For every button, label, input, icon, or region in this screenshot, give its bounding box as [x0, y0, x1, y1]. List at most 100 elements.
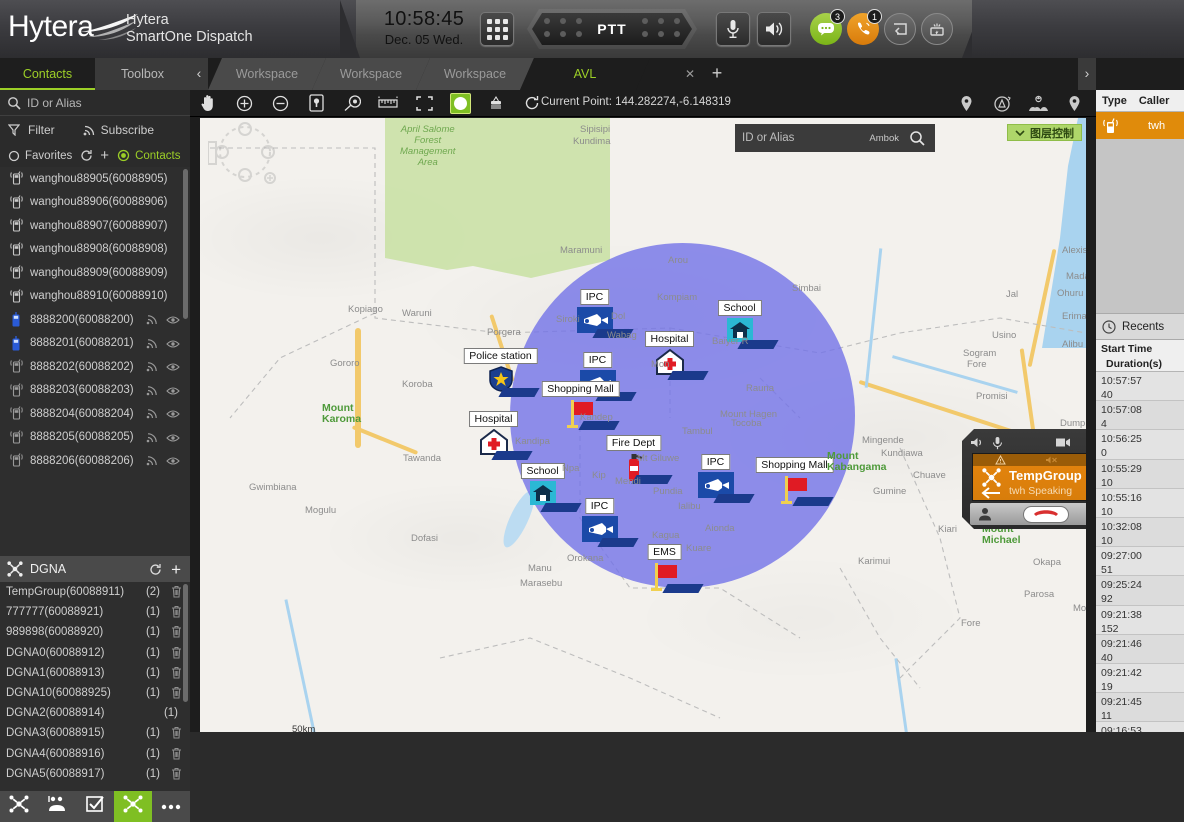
contact-list-item[interactable]: 8888202(60088202) — [0, 355, 190, 379]
contact-list-item[interactable]: wanghou88906(60088906) — [0, 191, 190, 215]
tab-toolbox[interactable]: Toolbox — [95, 58, 190, 90]
task-check-button[interactable] — [76, 791, 114, 822]
map-canvas[interactable]: ID or Alias Ambok 图层控制 IPC School — [200, 118, 1086, 732]
dgna-list-item[interactable]: DGNA5(60088917)(1) — [0, 764, 190, 784]
map-search-box[interactable]: ID or Alias Ambok — [735, 124, 935, 152]
contacts-search-row[interactable]: ID or Alias — [0, 90, 190, 116]
locate-tool[interactable] — [334, 90, 370, 117]
dgna-list[interactable]: TempGroup(60088911)(2) 777777(60088921)(… — [0, 582, 190, 791]
contact-list-item[interactable]: 8888200(60088200) — [0, 308, 190, 332]
subscribe-rss-icon[interactable] — [146, 454, 158, 466]
subscribe-rss-icon[interactable] — [146, 313, 158, 325]
radio-selected-icon[interactable] — [117, 149, 130, 162]
contacts-list[interactable]: wanghou88905(60088905) wanghou88906(6008… — [0, 167, 190, 556]
contact-list-item[interactable]: 8888206(60088206) — [0, 449, 190, 473]
dgna-list-item[interactable]: 777777(60088921)(1) — [0, 602, 190, 622]
callback-button[interactable] — [884, 13, 916, 45]
measure-tool[interactable] — [370, 90, 406, 117]
dgna-list-item[interactable]: 989898(60088920)(1) — [0, 622, 190, 642]
contact-list-item[interactable]: 8888203(60088203) — [0, 379, 190, 403]
subscribe-rss-icon[interactable] — [146, 337, 158, 349]
map-search-input[interactable]: ID or Alias — [742, 132, 794, 144]
contact-list-item[interactable]: wanghou88908(60088908) — [0, 238, 190, 262]
zoom-out-tool[interactable] — [262, 90, 298, 117]
radio-unselected-icon[interactable] — [8, 150, 20, 162]
dgna-list-item[interactable]: TempGroup(60088911)(2) — [0, 582, 190, 602]
recents-list-item[interactable]: 09:21:4219 — [1096, 664, 1184, 693]
delete-icon[interactable] — [171, 646, 182, 659]
contact-list-item[interactable]: wanghou88905(60088905) — [0, 167, 190, 191]
delete-icon[interactable] — [171, 666, 182, 679]
dgna-list-item[interactable]: DGNA4(60088916)(1) — [0, 744, 190, 764]
delete-icon[interactable] — [171, 747, 182, 760]
speaker-button[interactable] — [757, 12, 791, 46]
delete-icon[interactable] — [171, 726, 182, 739]
visibility-eye-icon[interactable] — [166, 315, 180, 325]
delete-icon[interactable] — [171, 605, 182, 618]
workspace-tab-1[interactable]: Workspace — [312, 58, 430, 90]
recents-list-item[interactable]: 09:25:2492 — [1096, 576, 1184, 605]
layer-control-button[interactable]: 图层控制 — [1007, 124, 1082, 141]
refresh-icon[interactable] — [80, 149, 93, 162]
recents-list-item[interactable]: 10:55:2910 — [1096, 460, 1184, 489]
delete-icon[interactable] — [171, 585, 182, 598]
contacts-group-label[interactable]: Contacts — [135, 150, 180, 162]
contacts-search-input[interactable]: ID or Alias — [27, 96, 82, 110]
tabs-scroll-left-button[interactable]: ‹ — [190, 58, 208, 90]
tab-contacts[interactable]: Contacts — [0, 58, 95, 90]
dgna-list-item[interactable]: DGNA1(60088913)(1) — [0, 663, 190, 683]
dgna-refresh-icon[interactable] — [149, 563, 162, 576]
messages-button[interactable]: 3 — [810, 13, 842, 45]
tabs-scroll-right-button[interactable]: › — [1078, 58, 1096, 90]
poi-pin-tool[interactable] — [948, 90, 984, 117]
emergency-alarm-button[interactable] — [921, 13, 953, 45]
recents-list-item[interactable]: 09:27:0051 — [1096, 547, 1184, 576]
add-marker-tool[interactable] — [298, 90, 334, 117]
rectangle-select-tool[interactable] — [406, 90, 442, 117]
recents-list-item[interactable]: 10:57:5740 — [1096, 372, 1184, 401]
contact-list-item[interactable]: 8888204(60088204) — [0, 402, 190, 426]
visibility-eye-icon[interactable] — [166, 386, 180, 396]
calls-button[interactable]: 1 — [847, 13, 879, 45]
recents-list-item[interactable]: 10:32:0810 — [1096, 518, 1184, 547]
hangup-button[interactable] — [1023, 506, 1069, 523]
recents-list-item[interactable]: 09:21:38152 — [1096, 606, 1184, 635]
contact-list-item[interactable]: wanghou88909(60088909) — [0, 261, 190, 285]
subscribe-rss-icon[interactable] — [146, 360, 158, 372]
recents-list-item[interactable]: 10:57:084 — [1096, 401, 1184, 430]
dgna-list-item[interactable]: DGNA10(60088925)(1) — [0, 683, 190, 703]
microphone-button[interactable] — [716, 12, 750, 46]
active-call-widget[interactable]: TempGroup twh Speaking — [962, 429, 1086, 529]
contact-list-item[interactable]: 8888201(60088201) — [0, 332, 190, 356]
visibility-eye-icon[interactable] — [166, 339, 180, 349]
delete-icon[interactable] — [171, 767, 182, 780]
recents-list-item[interactable]: 09:16:53 — [1096, 722, 1184, 732]
workspace-tab-0[interactable]: Workspace — [208, 58, 326, 90]
recents-header[interactable]: Recents — [1096, 313, 1184, 340]
contact-list-item[interactable]: 8888205(60088205) — [0, 426, 190, 450]
subscribe-rss-icon[interactable] — [146, 384, 158, 396]
group-call-button[interactable] — [0, 791, 38, 822]
contact-list-item[interactable]: wanghou88907(60088907) — [0, 214, 190, 238]
delete-icon[interactable] — [171, 625, 182, 638]
call-queue-row[interactable]: twh — [1096, 112, 1184, 139]
recents-list-item[interactable]: 10:56:250 — [1096, 430, 1184, 459]
poi-pin2-tool[interactable] — [1056, 90, 1092, 117]
add-contact-button[interactable]: + — [100, 150, 109, 162]
clear-tool[interactable] — [478, 90, 514, 117]
favorites-label[interactable]: Favorites — [25, 150, 72, 162]
keypad-button[interactable] — [480, 12, 514, 46]
add-tab-button[interactable]: + — [707, 64, 727, 84]
contact-list-item[interactable]: wanghou88910(60088910) — [0, 285, 190, 309]
cluster-tool[interactable] — [1020, 90, 1056, 117]
more-button[interactable] — [152, 791, 190, 822]
recents-list-item[interactable]: 09:21:4640 — [1096, 635, 1184, 664]
recents-list-item[interactable]: 10:55:1610 — [1096, 489, 1184, 518]
ptt-button[interactable]: PTT — [527, 9, 697, 49]
visibility-eye-icon[interactable] — [166, 456, 180, 466]
dgna-add-button[interactable]: + — [171, 563, 181, 576]
visibility-eye-icon[interactable] — [166, 362, 180, 372]
map-navigation-control[interactable] — [208, 122, 282, 190]
dgna-list-item[interactable]: DGNA3(60088915)(1) — [0, 723, 190, 743]
search-icon[interactable] — [909, 130, 925, 146]
